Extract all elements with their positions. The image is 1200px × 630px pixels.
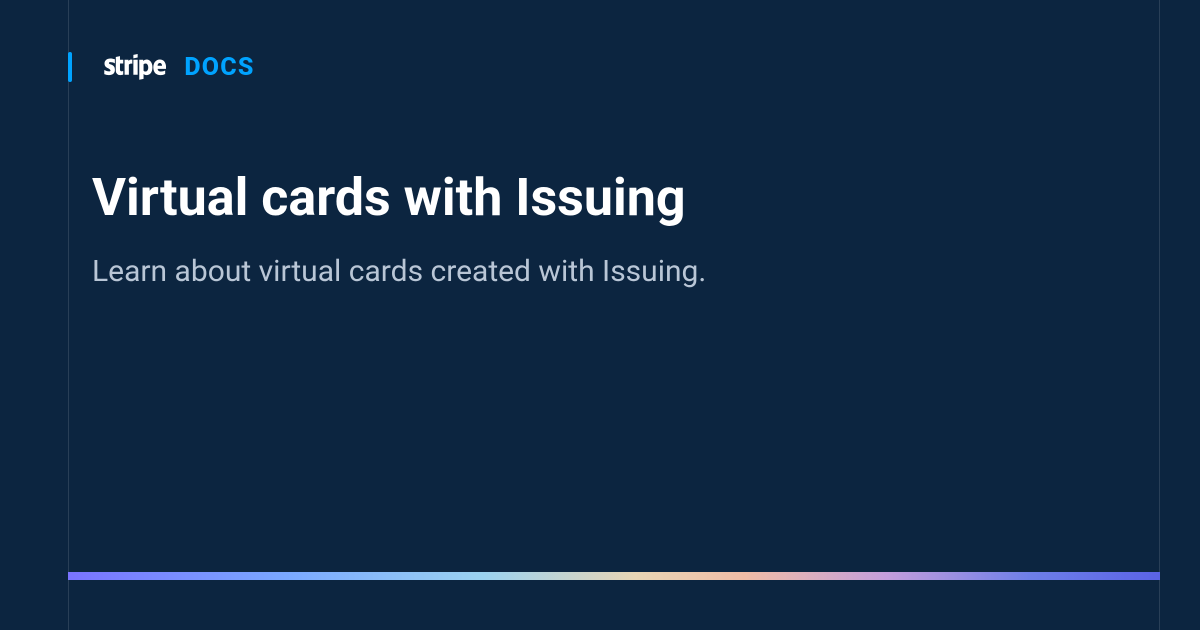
header-logo-row: DOCS — [68, 52, 255, 82]
page-title: Virtual cards with Issuing — [92, 168, 1120, 228]
decorative-gradient-stripe — [68, 572, 1160, 580]
stripe-logo — [104, 54, 166, 80]
page-content: Virtual cards with Issuing Learn about v… — [92, 168, 1120, 292]
decorative-line-right — [1159, 0, 1160, 630]
decorative-line-left — [68, 0, 69, 630]
docs-label: DOCS — [184, 55, 254, 80]
logo-accent-bar — [68, 52, 72, 82]
page-subtitle: Learn about virtual cards created with I… — [92, 252, 1120, 293]
